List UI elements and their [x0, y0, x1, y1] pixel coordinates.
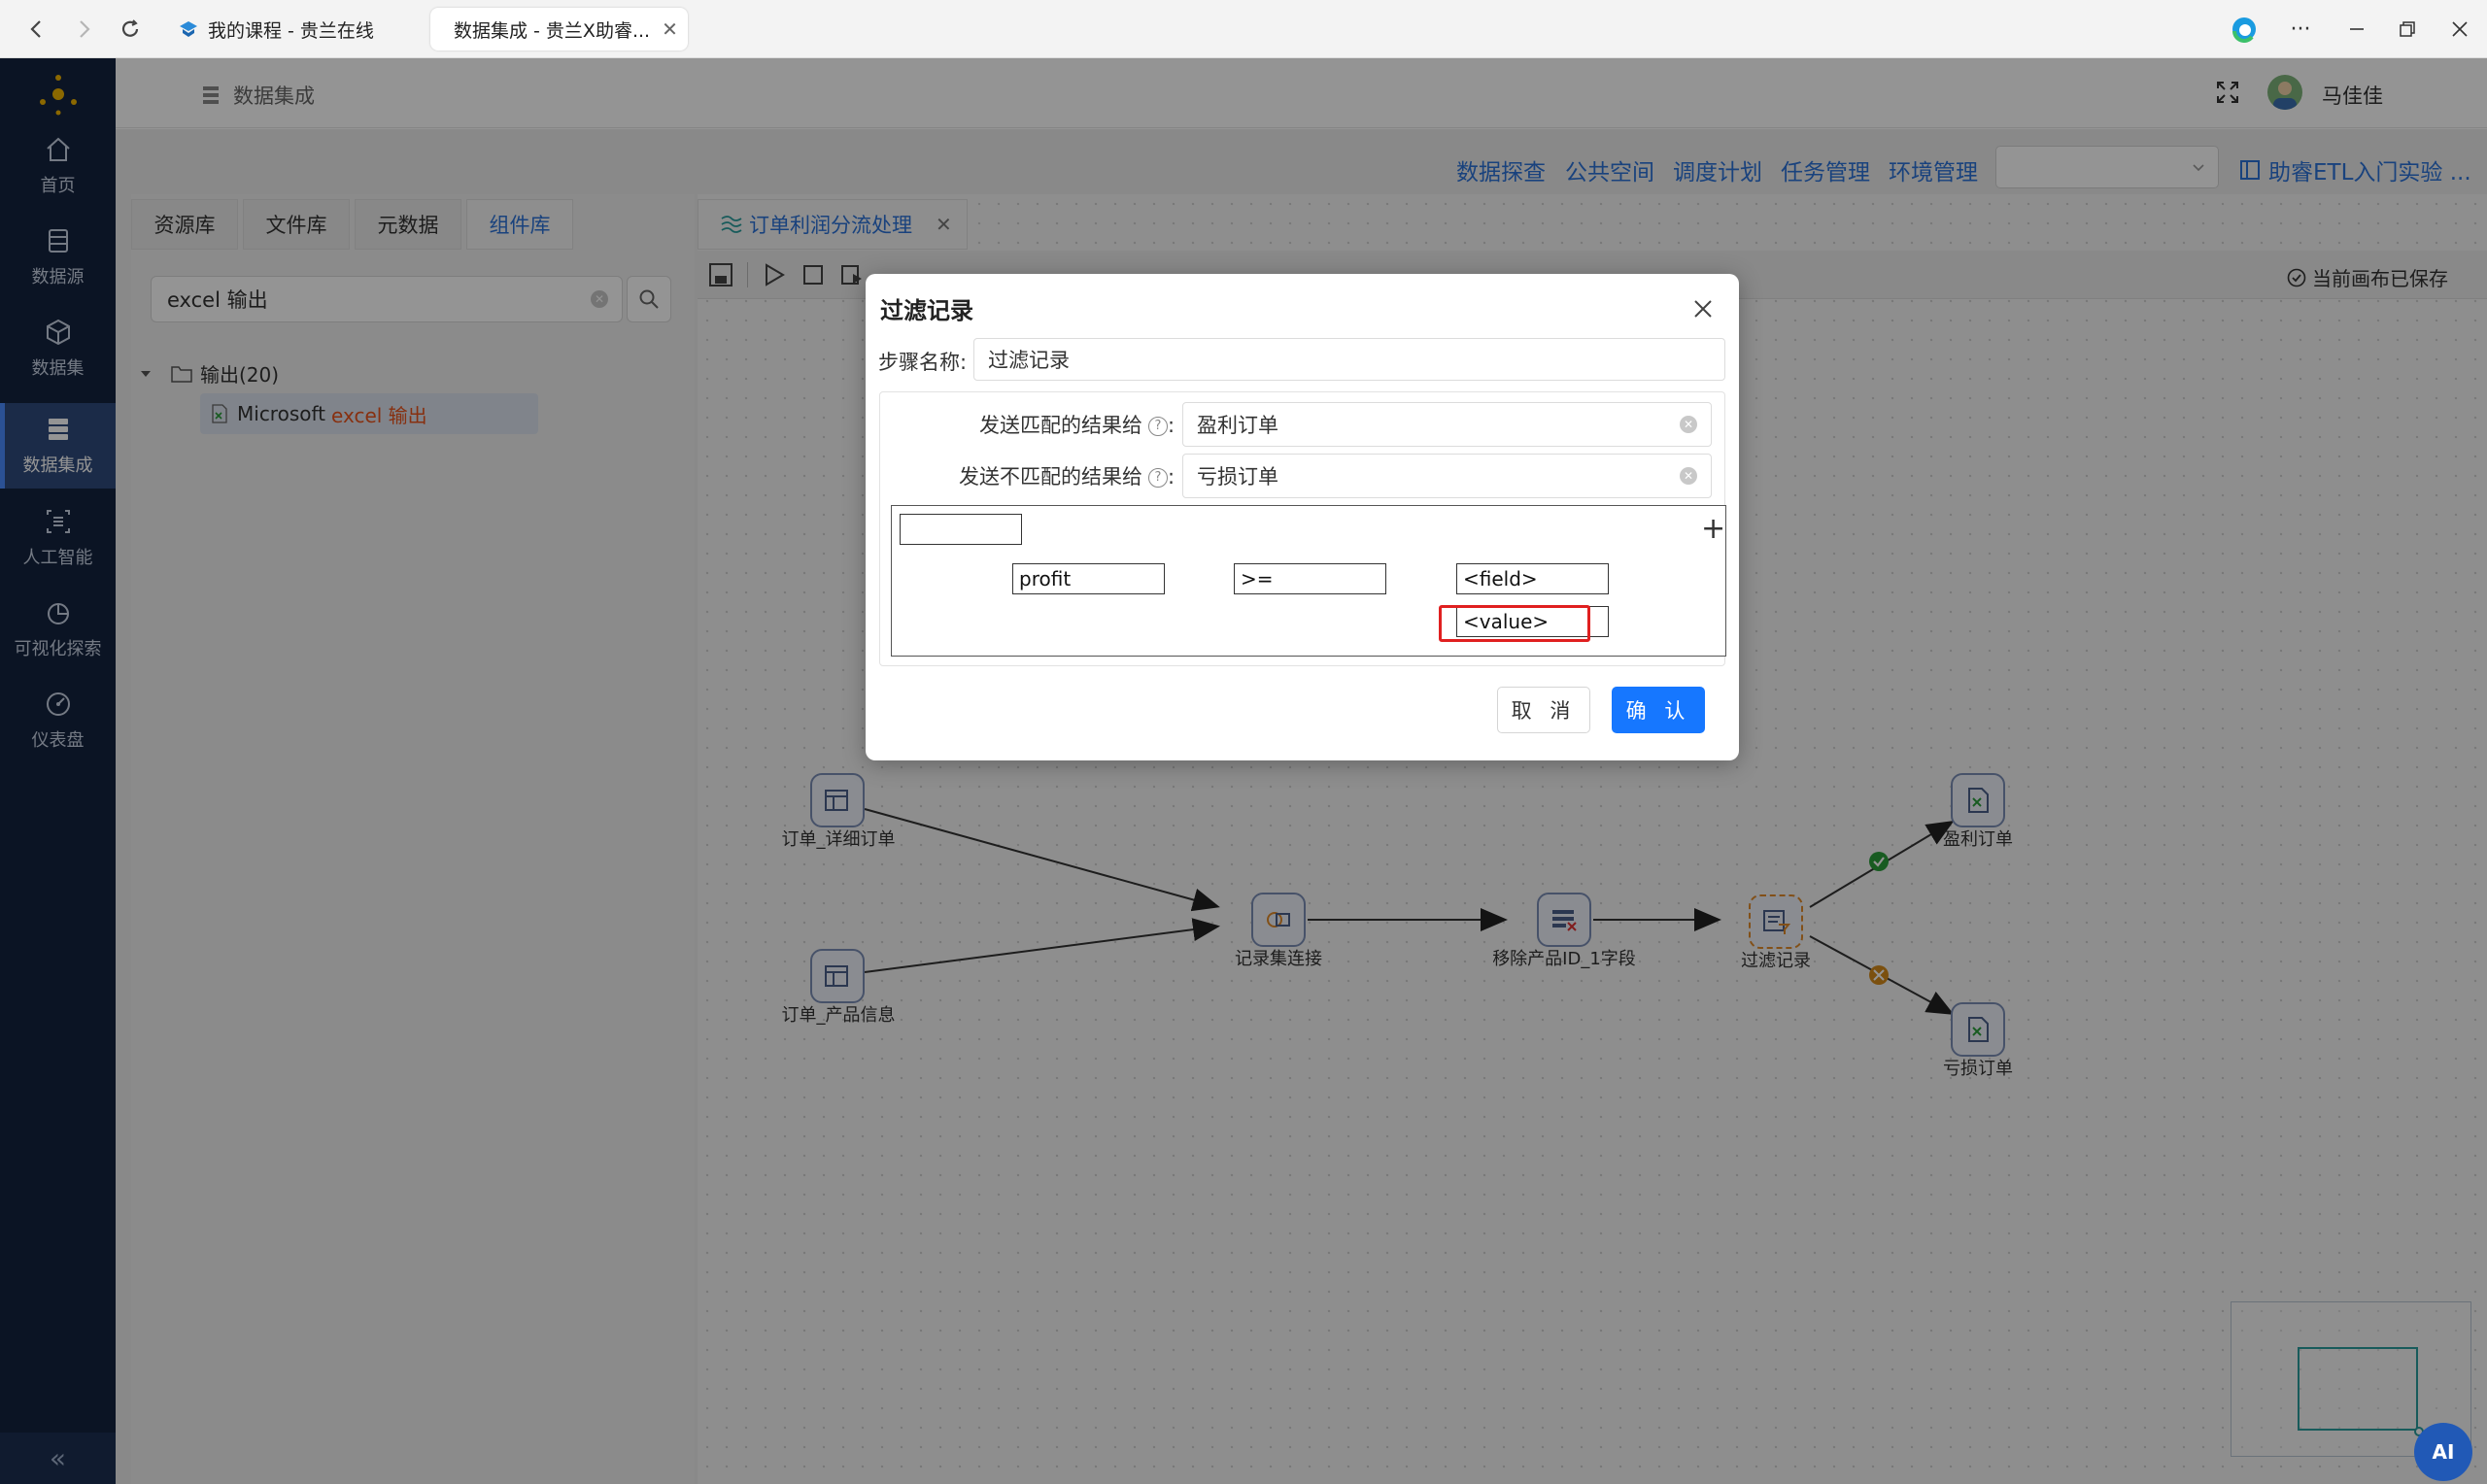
help-icon[interactable]: ?: [1148, 417, 1168, 436]
step-name-value: 过滤记录: [988, 349, 1070, 372]
modal-overlay[interactable]: [0, 58, 2487, 1484]
match-target-select[interactable]: 盈利订单 ✕: [1182, 402, 1712, 447]
forward-button[interactable]: [66, 12, 101, 47]
add-condition-button[interactable]: +: [1701, 515, 1725, 544]
more-options-button[interactable]: ···: [2279, 12, 2322, 47]
condition-right-field-input[interactable]: <field>: [1456, 563, 1609, 594]
close-icon: [1694, 300, 1712, 318]
browser-tab-label: 数据集成 - 贵兰X助睿...: [454, 19, 651, 42]
browser-tab-integration[interactable]: 数据集成 - 贵兰X助睿... ✕: [430, 8, 688, 51]
close-tab-icon[interactable]: ✕: [662, 17, 678, 41]
minimize-icon: [2350, 28, 2364, 30]
highlight-box: [1439, 605, 1590, 642]
minimize-button[interactable]: [2335, 12, 2378, 47]
cancel-button[interactable]: 取 消: [1497, 687, 1590, 733]
close-icon: [2452, 21, 2468, 37]
back-button[interactable]: [19, 12, 54, 47]
nomatch-target-label: 发送不匹配的结果给?:: [959, 461, 1175, 490]
match-target-value: 盈利订单: [1197, 414, 1278, 437]
match-target-label-text: 发送匹配的结果给: [979, 414, 1142, 437]
dialog-close-button[interactable]: [1686, 291, 1720, 326]
confirm-button[interactable]: 确 认: [1612, 687, 1705, 733]
step-name-label: 步骤名称:: [878, 351, 968, 374]
restore-icon: [2400, 21, 2415, 37]
label-colon: :: [1168, 414, 1175, 437]
condition-header-field[interactable]: [900, 514, 1022, 545]
course-favicon-icon: [180, 21, 197, 37]
reload-button[interactable]: [113, 12, 148, 47]
clear-select-icon[interactable]: ✕: [1680, 467, 1697, 485]
nomatch-target-label-text: 发送不匹配的结果给: [959, 465, 1142, 489]
match-target-label: 发送匹配的结果给?:: [979, 410, 1175, 439]
window-close-button[interactable]: [2438, 12, 2481, 47]
condition-field-input[interactable]: profit: [1012, 563, 1165, 594]
nomatch-target-value: 亏损订单: [1197, 465, 1278, 489]
step-name-input[interactable]: 过滤记录: [973, 338, 1725, 381]
edge-icon: [2232, 17, 2256, 43]
arrow-left-icon: [30, 20, 41, 38]
label-colon: :: [1168, 465, 1175, 489]
ai-assistant-button[interactable]: AI: [2414, 1423, 2472, 1481]
restore-button[interactable]: [2386, 12, 2429, 47]
edge-copilot-button[interactable]: [2223, 12, 2266, 47]
help-icon[interactable]: ?: [1148, 468, 1168, 488]
nomatch-target-select[interactable]: 亏损订单 ✕: [1182, 454, 1712, 498]
browser-tab-label: 我的课程 - 贵兰在线: [208, 19, 374, 42]
browser-tab-course[interactable]: 我的课程 - 贵兰在线: [165, 8, 388, 51]
reload-icon: [121, 19, 139, 37]
condition-operator-input[interactable]: >=: [1234, 563, 1386, 594]
arrow-right-icon: [80, 20, 90, 38]
clear-select-icon[interactable]: ✕: [1680, 416, 1697, 433]
dialog-title: 过滤记录: [880, 297, 973, 324]
